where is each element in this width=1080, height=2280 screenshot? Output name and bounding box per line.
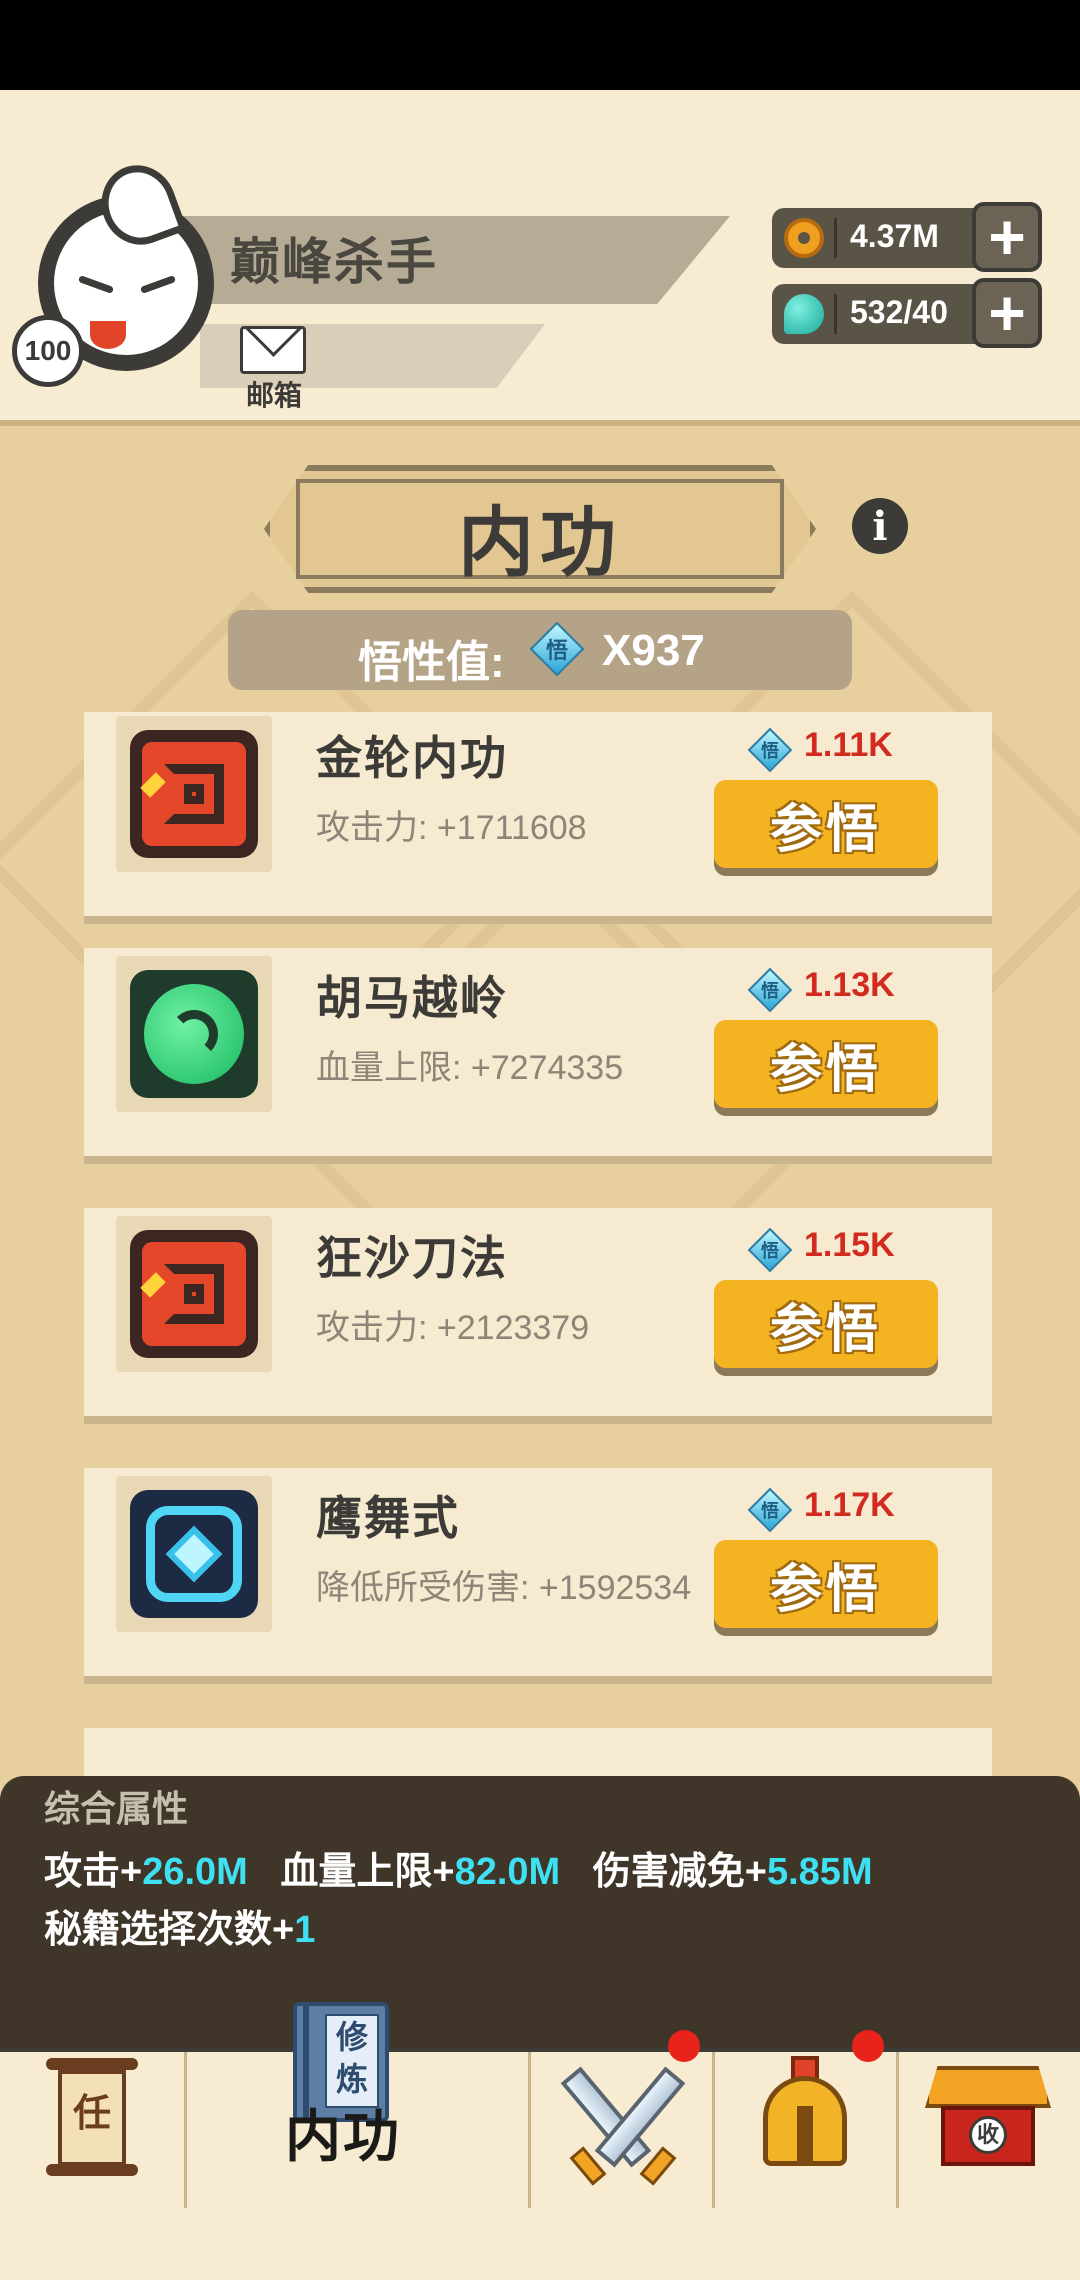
insight-value: X937 <box>602 626 705 675</box>
avatar-eye <box>139 275 177 294</box>
insight-bar: 悟性值: 悟 X937 <box>228 610 852 690</box>
energy-counter: 532/40 + <box>772 278 1042 348</box>
skill-stat: 降低所受伤害: +1592534 <box>316 1569 692 1607</box>
skill-card: 胡马越岭 血量上限: +7274335 悟 1.13K 参悟 <box>84 948 992 1156</box>
scroll-icon: 任 <box>46 2058 138 2182</box>
level-badge: 100 <box>12 315 84 387</box>
app-screen: 巅峰杀手 100 邮箱 4.37M + 532/40 + 内功 i 悟性值: 悟… <box>0 0 1080 2280</box>
status-bar <box>0 0 1080 90</box>
choice-count-value: 1 <box>294 1909 316 1951</box>
insight-gem-icon: 悟 <box>529 621 585 677</box>
skill-icon-frame <box>116 1216 272 1372</box>
crossed-swords-icon <box>560 2062 686 2192</box>
damage-reduction-label: 伤害减免+ <box>592 1851 767 1893</box>
avatar-tongue <box>90 321 126 349</box>
notification-dot <box>668 2030 700 2062</box>
hp-value: 82.0M <box>454 1851 561 1893</box>
panel-title: 内功 <box>458 501 622 586</box>
insight-gem-icon: 悟 <box>747 967 793 1013</box>
green-swirl-icon <box>130 970 258 1098</box>
skill-stat: 攻击力: +1711608 <box>316 809 587 847</box>
tab-tasks[interactable]: 任 <box>0 2052 184 2208</box>
skill-name: 狂沙刀法 <box>316 1232 508 1284</box>
insight-gem-icon: 悟 <box>747 1227 793 1273</box>
mail-button[interactable]: 邮箱 <box>236 326 312 411</box>
skill-card: 狂沙刀法 攻击力: +2123379 悟 1.15K 参悟 <box>84 1208 992 1416</box>
add-gold-button[interactable]: + <box>972 202 1042 272</box>
summary-line-2: 秘籍选择次数+1 <box>44 1898 315 1953</box>
flame-spiral-icon <box>130 1230 258 1358</box>
skill-stat: 攻击力: +2123379 <box>316 1309 590 1347</box>
choice-count-label: 秘籍选择次数+ <box>44 1909 295 1951</box>
skill-card-partial <box>84 1728 992 1780</box>
insight-gem-icon: 悟 <box>747 1487 793 1533</box>
mail-icon <box>240 326 306 374</box>
summary-title: 综合属性 <box>44 1788 189 1829</box>
skill-card: 金轮内功 攻击力: +1711608 悟 1.11K 参悟 <box>84 712 992 916</box>
summary-panel: 综合属性 攻击+26.0M 血量上限+82.0M 伤害减免+5.85M 秘籍选择… <box>0 1776 1080 2048</box>
gold-counter: 4.37M + <box>772 202 1042 272</box>
skill-cost: 1.11K <box>804 726 893 764</box>
shop-icon: 收 <box>925 2066 1053 2170</box>
skill-icon-frame <box>116 956 272 1112</box>
skill-stat: 血量上限: +7274335 <box>316 1049 624 1087</box>
attack-value: 26.0M <box>142 1851 248 1893</box>
bottom-strip <box>0 2208 1080 2280</box>
hp-label: 血量上限+ <box>280 1851 455 1893</box>
skill-name: 胡马越岭 <box>316 972 508 1024</box>
panel-title-frame: 内功 <box>264 465 816 593</box>
comprehend-button[interactable]: 参悟 <box>714 1020 938 1108</box>
add-energy-button[interactable]: + <box>972 278 1042 348</box>
tab-shop[interactable]: 收 <box>899 2052 1080 2208</box>
skill-list[interactable]: 金轮内功 攻击力: +1711608 悟 1.11K 参悟 胡马越岭 血量上限:… <box>0 712 1080 1780</box>
comprehend-button[interactable]: 参悟 <box>714 1280 938 1368</box>
skill-cost: 1.17K <box>804 1486 895 1524</box>
avatar[interactable]: 100 <box>12 154 220 387</box>
skill-name: 金轮内功 <box>316 732 508 784</box>
skill-icon-frame <box>116 1476 272 1632</box>
skill-card: 鹰舞式 降低所受伤害: +1592534 悟 1.17K 参悟 <box>84 1468 992 1676</box>
tab-battle[interactable] <box>531 2052 712 2208</box>
attack-label: 攻击+ <box>44 1851 143 1893</box>
divider <box>834 294 837 334</box>
active-tab-label: 内功 <box>285 2105 401 2168</box>
summary-line-1: 攻击+26.0M 血量上限+82.0M 伤害减免+5.85M <box>44 1840 873 1895</box>
insight-label: 悟性值: <box>358 638 505 687</box>
skill-cost: 1.13K <box>804 966 895 1004</box>
gold-value: 4.37M <box>850 218 939 254</box>
skill-name: 鹰舞式 <box>316 1492 460 1544</box>
notification-dot <box>852 2030 884 2062</box>
divider <box>834 218 837 258</box>
mail-label: 邮箱 <box>245 380 302 411</box>
gold-coin-icon <box>784 218 824 258</box>
flame-spiral-icon <box>130 730 258 858</box>
insight-gem-icon: 悟 <box>747 727 793 773</box>
damage-reduction-value: 5.85M <box>766 1851 873 1893</box>
energy-value: 532/40 <box>850 294 948 330</box>
info-icon[interactable]: i <box>852 498 908 554</box>
skill-icon-frame <box>116 716 272 872</box>
bottom-tab-bar: 任 修炼 收 <box>0 2002 1080 2212</box>
comprehend-button[interactable]: 参悟 <box>714 780 938 868</box>
skill-cost: 1.15K <box>804 1226 895 1264</box>
ice-diamond-icon <box>130 1490 258 1618</box>
helmet-icon <box>755 2056 855 2172</box>
green-gem-icon <box>784 294 824 334</box>
comprehend-button[interactable]: 参悟 <box>714 1540 938 1628</box>
player-name: 巅峰杀手 <box>230 234 438 290</box>
tab-equipment[interactable] <box>715 2052 896 2208</box>
avatar-eye <box>77 275 115 294</box>
